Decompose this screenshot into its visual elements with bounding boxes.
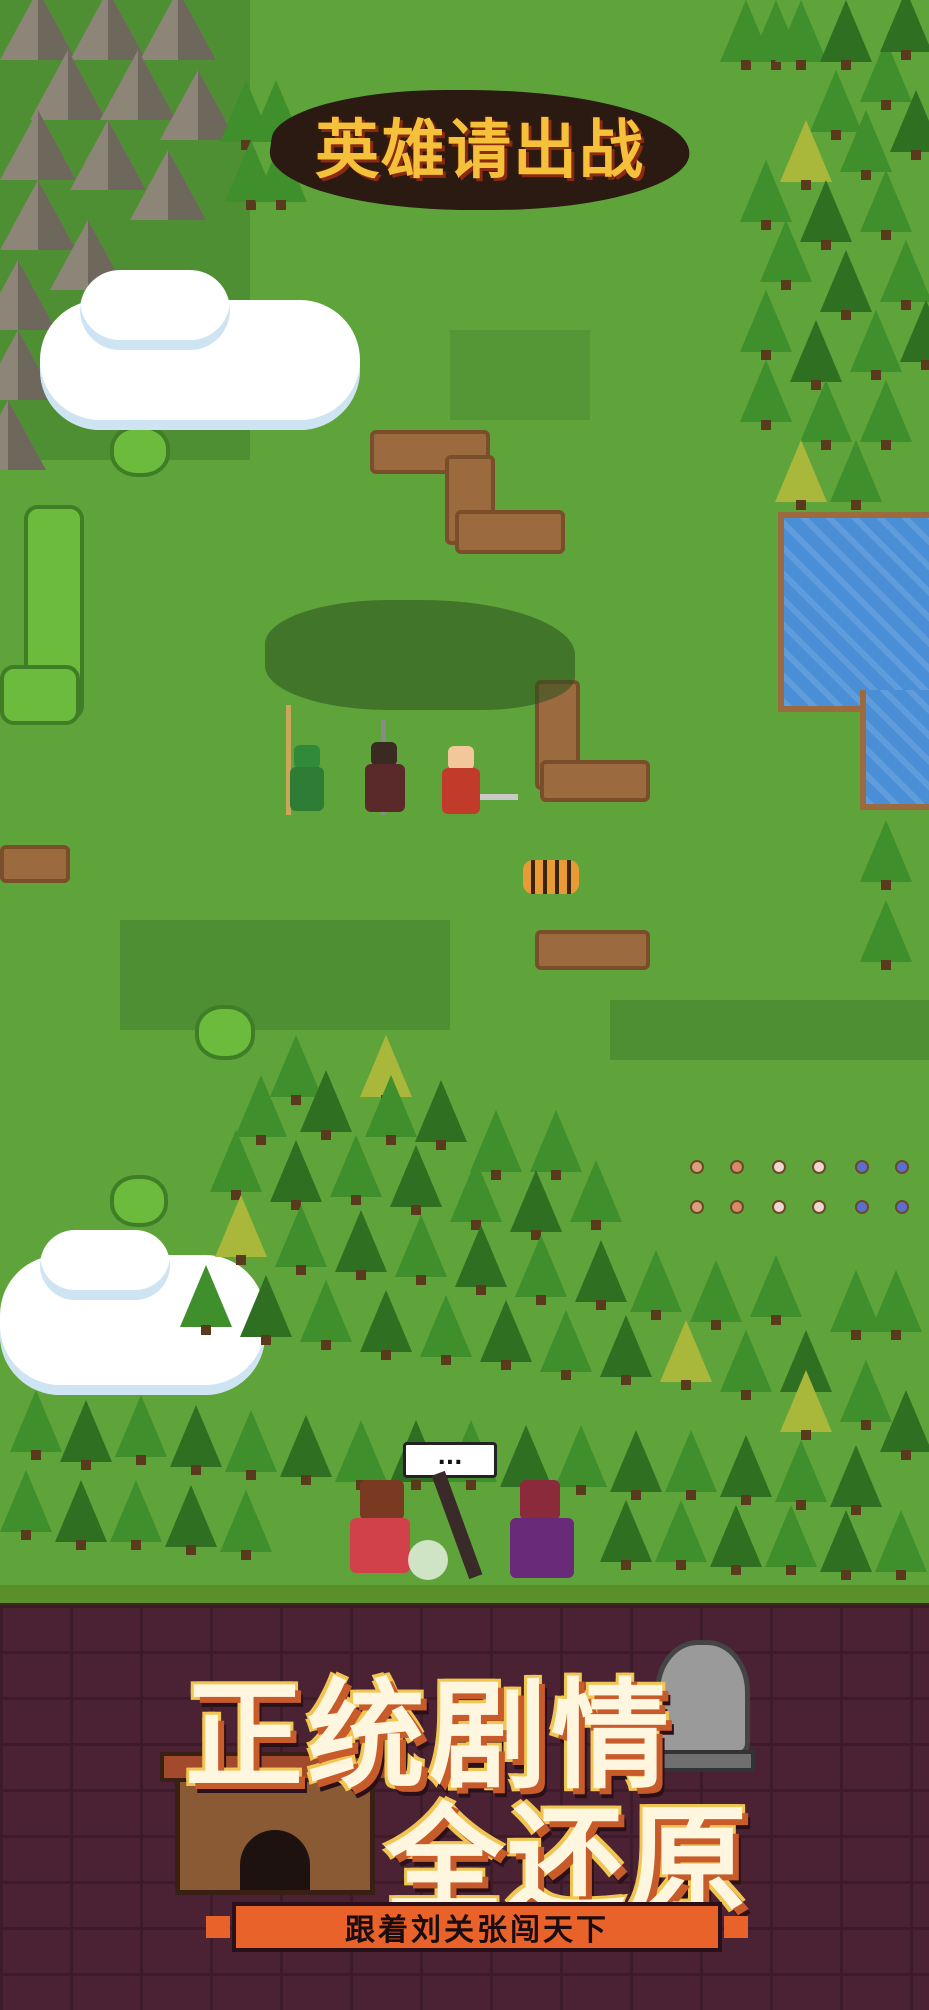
bush — [110, 1175, 168, 1227]
game-screen: ... 英雄请出战 正统剧情 全还原 跟着刘关张闯天下 — [0, 0, 929, 2010]
grass-patch — [610, 1000, 929, 1060]
dirt-path — [535, 930, 650, 970]
guan-yu-sprite — [280, 705, 330, 815]
lake — [778, 512, 929, 712]
lake — [860, 690, 929, 810]
dirt-path — [0, 845, 70, 883]
grass-patch — [450, 330, 590, 420]
zhang-fei-sprite — [357, 720, 413, 815]
bush — [195, 1005, 255, 1060]
cloud — [80, 270, 230, 350]
logo-title: 英雄请出战 — [315, 113, 645, 188]
bush — [110, 425, 170, 477]
dirt-path — [540, 760, 650, 802]
game-logo: 英雄请出战 — [261, 80, 699, 210]
grass-patch — [120, 920, 450, 1030]
tagline-text: 跟着刘关张闯天下 — [345, 1913, 609, 1948]
gate-door — [240, 1830, 310, 1890]
tagline-banner: 跟着刘关张闯天下 — [206, 1902, 748, 1952]
tiger-sprite — [523, 860, 579, 894]
dirt-path — [455, 510, 565, 554]
cloud — [40, 1230, 170, 1300]
robed-general-sprite — [431, 1470, 590, 1585]
liu-bei-sprite — [438, 742, 518, 817]
female-hero-sprite — [340, 1470, 448, 1585]
tree-shadow — [265, 600, 575, 710]
hedge — [0, 665, 80, 725]
